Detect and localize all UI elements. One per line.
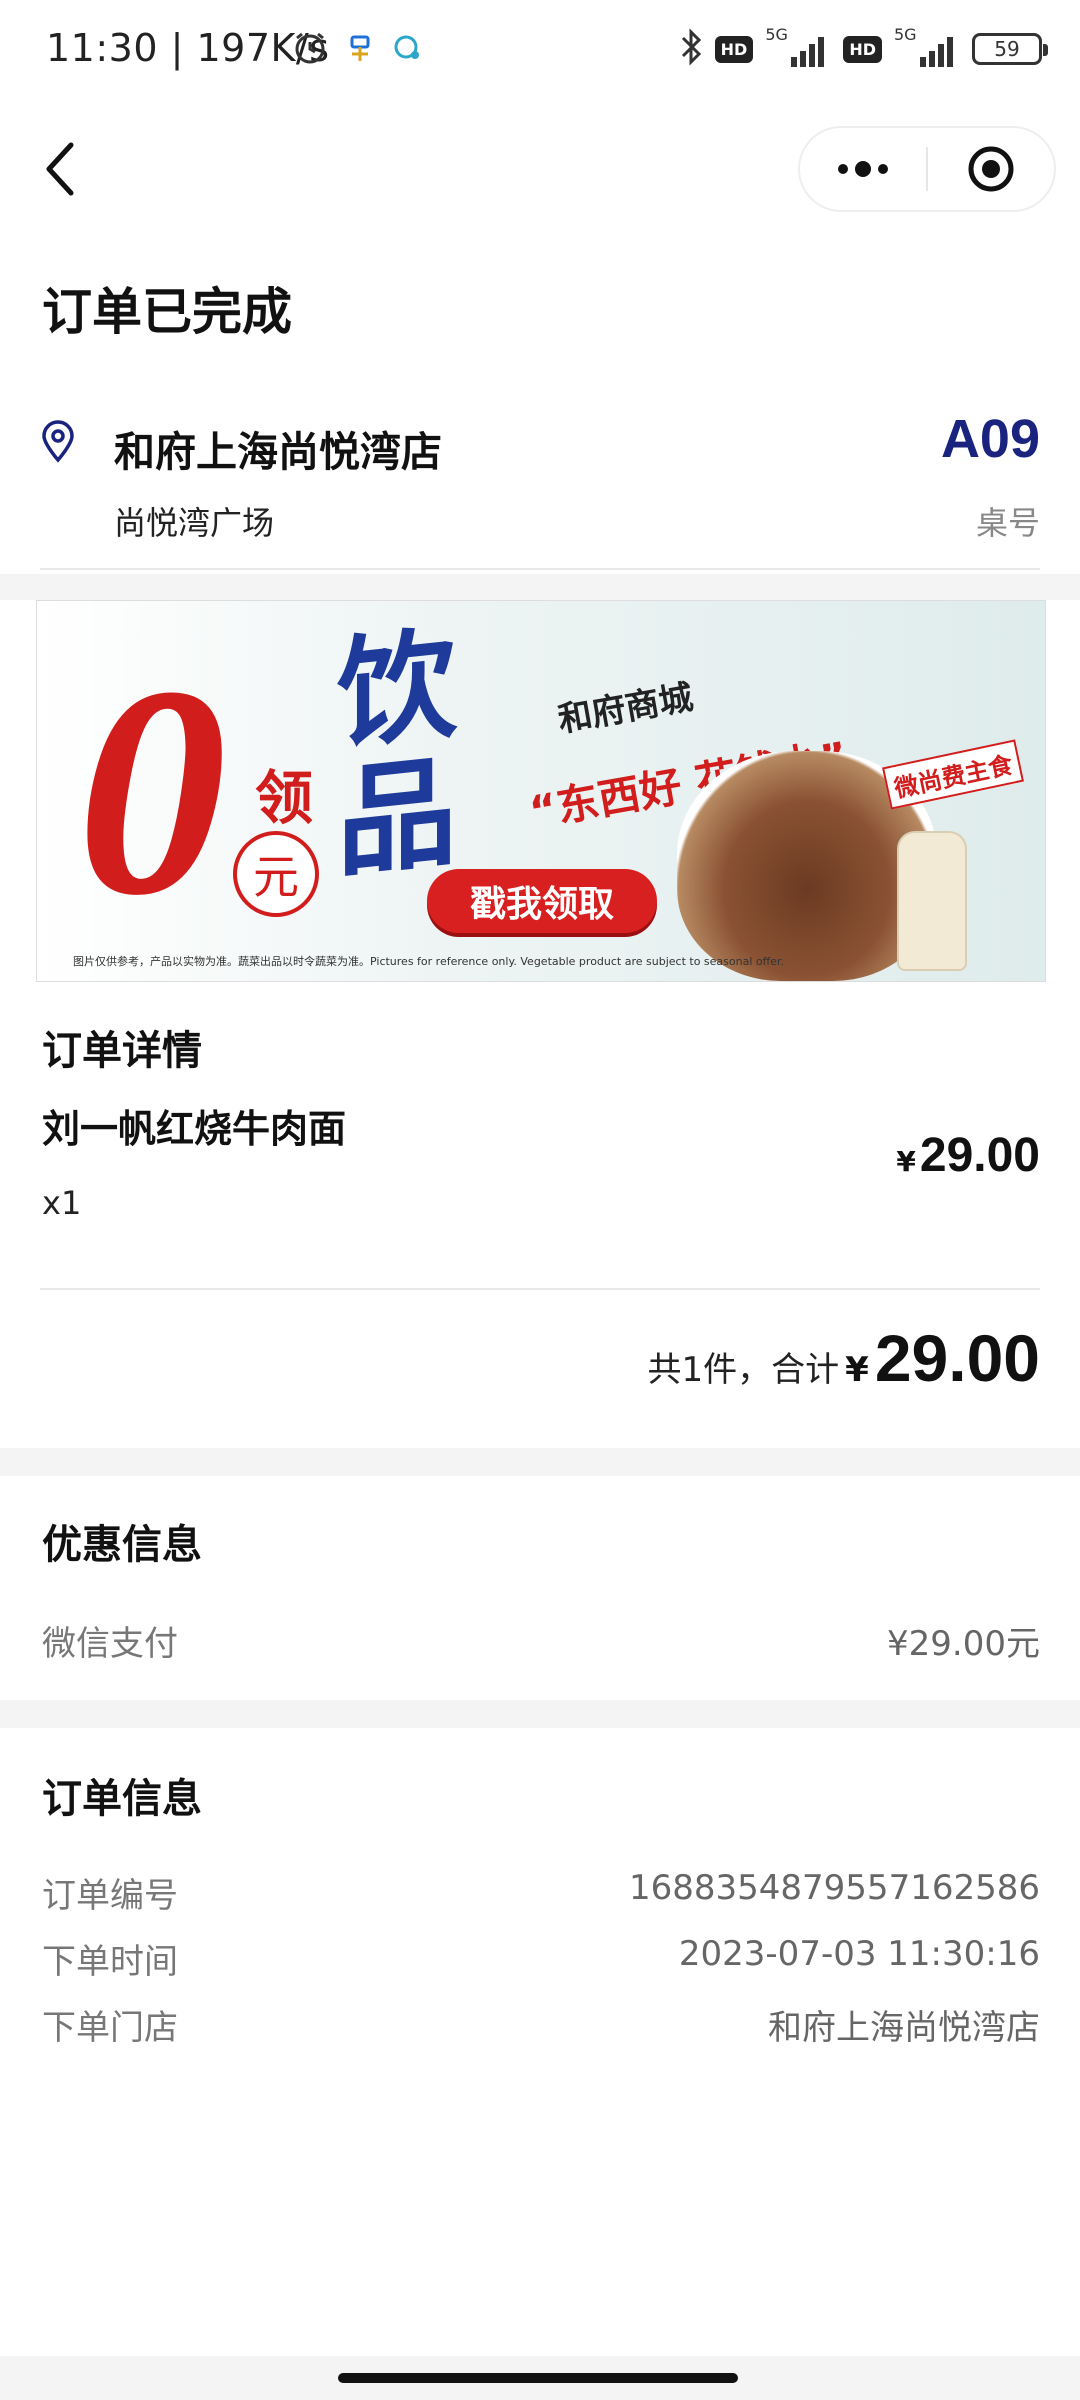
banner-tag: 微尚费主食: [882, 739, 1024, 810]
hd-badge-1: HD: [714, 35, 754, 63]
chevron-left-icon: [46, 142, 74, 196]
table-number: A09: [940, 409, 1040, 469]
divider: [40, 568, 1040, 570]
home-indicator[interactable]: [338, 2373, 738, 2383]
banner-yuan: 元: [233, 831, 319, 917]
total-currency: ¥: [845, 1350, 869, 1390]
total-label: 共1件，合计: [647, 1350, 840, 1390]
signal-icon-1: 5G: [765, 25, 831, 69]
bottle-image: [897, 831, 967, 971]
page-title: 订单已完成: [42, 283, 292, 341]
section-gap: [0, 1700, 1080, 1728]
item-name: 刘一帆红烧牛肉面: [42, 1107, 347, 1151]
order-info-title: 订单信息: [42, 1776, 202, 1822]
banner-mall-name: 和府商城: [555, 677, 697, 741]
hd-badge-2: HD: [843, 35, 882, 63]
discount-title: 优惠信息: [42, 1522, 202, 1568]
order-number-label: 订单编号: [42, 1876, 178, 1916]
section-gap: [0, 1448, 1080, 1476]
divider: [40, 1288, 1040, 1290]
item-price-value: 29.00: [919, 1129, 1040, 1182]
table-label: 桌号: [975, 504, 1040, 542]
more-button[interactable]: [800, 128, 926, 210]
order-detail-title: 订单详情: [42, 1028, 202, 1074]
miniprogram-capsule: [798, 126, 1056, 212]
close-miniprogram-button[interactable]: [928, 128, 1054, 210]
nav-bar: [0, 104, 1080, 234]
banner-footnote: 图片仅供参考，产品以实物为准。蔬菜出品以时令蔬菜为准。Pictures for …: [73, 955, 784, 968]
order-store-label: 下单门店: [42, 2008, 178, 2048]
promo-banner[interactable]: 0 领 元 饮 品 和府商城 “东西好 花钱少” 微尚费主食 戳我领取 图片仅供…: [36, 600, 1046, 982]
location-pin-icon: [40, 420, 76, 468]
alarm-icon: [292, 30, 328, 70]
status-right-icons: HD 5G HD 5G 59: [679, 25, 1048, 70]
bluetooth-icon: [679, 28, 703, 70]
banner-ling: 领: [255, 764, 314, 832]
store-name: 和府上海尚悦湾店: [114, 428, 442, 476]
app-notification-icon: [346, 33, 374, 67]
banner-pin: 品: [337, 742, 457, 895]
signal-icon-2: 5G: [894, 25, 960, 69]
total-value: 29.00: [874, 1321, 1040, 1395]
item-currency: ¥: [896, 1145, 916, 1178]
order-total: 共1件，合计 ¥ 29.00: [648, 1320, 1040, 1396]
status-bar: 11:30 | 197K/s HD 5G HD 5G 59: [0, 0, 1080, 104]
order-time-value: 2023-07-03 11:30:16: [678, 1934, 1040, 1974]
claim-button[interactable]: 戳我领取: [427, 869, 657, 933]
order-number-value: 1688354879557162586: [628, 1868, 1040, 1908]
battery-indicator: 59: [972, 33, 1048, 65]
banner-zero: 0: [77, 625, 227, 957]
item-price: ¥ 29.00: [896, 1128, 1040, 1183]
payment-amount: ¥29.00元: [887, 1624, 1040, 1664]
clock-time: 11:30: [46, 26, 159, 70]
banner-yin: 饮: [337, 614, 457, 767]
status-time: 11:30 | 197K/s: [46, 26, 330, 70]
payment-method-label: 微信支付: [42, 1624, 178, 1664]
item-quantity: x1: [42, 1184, 82, 1222]
target-close-icon: [968, 146, 1014, 192]
order-time-label: 下单时间: [42, 1942, 178, 1982]
status-left-icons: [292, 30, 422, 70]
store-info: 和府上海尚悦湾店 尚悦湾广场 A09 桌号: [0, 398, 1080, 568]
order-store-value: 和府上海尚悦湾店: [768, 2008, 1040, 2048]
chat-bubble-icon: [392, 33, 422, 67]
more-dots-icon: [838, 161, 888, 177]
store-address: 尚悦湾广场: [114, 504, 275, 542]
section-gap: [0, 574, 1080, 600]
back-button[interactable]: [30, 134, 90, 204]
